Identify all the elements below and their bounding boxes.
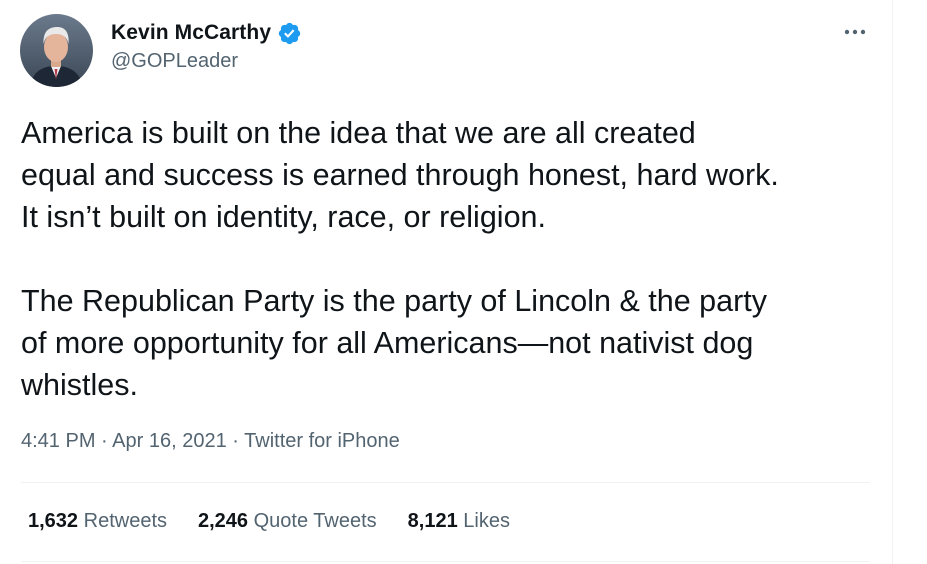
tweet-source[interactable]: Twitter for iPhone: [244, 430, 400, 452]
verified-badge-icon: [277, 21, 302, 46]
author-handle[interactable]: @GOPLeader: [111, 50, 238, 73]
avatar-image: [20, 14, 93, 87]
meta-separator: ·: [101, 430, 108, 452]
author-display-name[interactable]: Kevin McCarthy: [111, 21, 271, 45]
meta-separator: ·: [232, 430, 239, 452]
author-name-row[interactable]: Kevin McCarthy: [111, 19, 302, 47]
tweet-metadata: 4:41 PM · Apr 16, 2021 · Twitter for iPh…: [21, 430, 400, 453]
author-avatar[interactable]: [20, 14, 93, 87]
more-horizontal-icon: [844, 29, 866, 35]
tweet-date[interactable]: Apr 16, 2021: [112, 430, 227, 452]
more-options-button[interactable]: [840, 18, 870, 46]
tweet-card: Kevin McCarthy @GOPLeader America is bui…: [0, 0, 893, 564]
divider: [21, 482, 870, 483]
divider: [21, 561, 870, 562]
quote-tweets-count: 2,246: [198, 510, 249, 532]
tweet-time[interactable]: 4:41 PM: [21, 430, 95, 452]
quote-tweets-stat[interactable]: 2,246 Quote Tweets: [198, 510, 377, 533]
likes-label: Likes: [463, 510, 510, 532]
retweets-count: 1,632: [28, 510, 79, 532]
tweet-text: America is built on the idea that we are…: [21, 116, 779, 402]
quote-tweets-label: Quote Tweets: [253, 510, 377, 532]
likes-count: 8,121: [407, 510, 458, 532]
engagement-stats: 1,632 Retweets 2,246 Quote Tweets 8,121 …: [28, 510, 541, 533]
retweets-label: Retweets: [83, 510, 167, 532]
retweets-stat[interactable]: 1,632 Retweets: [28, 510, 167, 533]
likes-stat[interactable]: 8,121 Likes: [408, 510, 510, 533]
